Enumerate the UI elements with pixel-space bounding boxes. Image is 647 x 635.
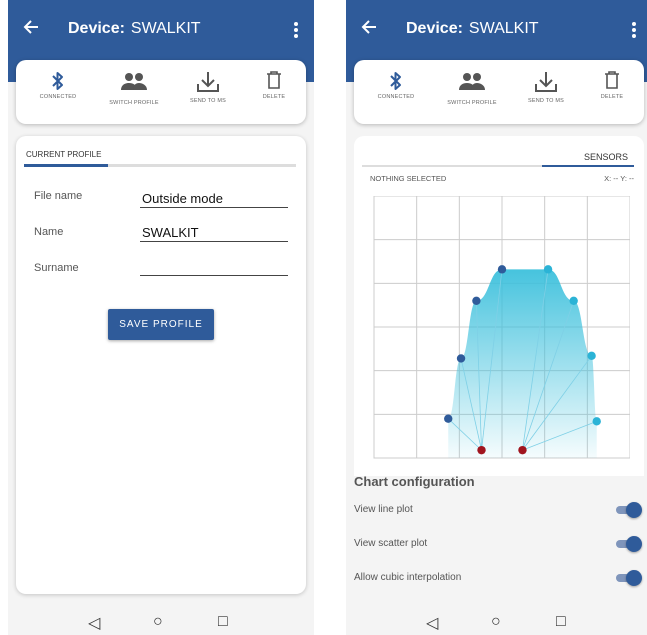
title-prefix: Device: [68,20,125,37]
delete-label: DELETE [262,94,286,100]
name-label: Name [34,226,64,238]
profile-card: CURRENT PROFILE File name Outside mode N… [16,136,306,594]
trash-icon [252,70,296,94]
coordinate-readout: X: -- Y: -- [604,174,634,183]
sensor-chart[interactable] [366,196,630,460]
switch-profile-label: SWITCH PROFILE [447,100,497,106]
send-to-ms-label: SEND TO MS [527,98,565,104]
bluetooth-icon [28,70,88,94]
name-field[interactable]: SWALKIT [140,224,288,242]
sensor-point [569,296,578,305]
sensor-point [518,445,527,455]
more-vert-icon[interactable] [626,20,642,40]
connected-button[interactable]: CONNECTED [366,60,426,124]
file-name-field[interactable]: Outside mode [140,190,288,208]
device-toolbar: CONNECTED SWITCH PROFILE SEND TO MS DELE… [16,60,306,124]
tab-current-profile[interactable]: CURRENT PROFILE [26,150,101,159]
arrow-back-icon[interactable] [22,18,42,38]
download-icon [518,70,574,94]
bluetooth-icon [366,70,426,94]
device-name: SWALKIT [130,20,201,37]
cubic-interpolation-toggle[interactable] [614,570,642,586]
switch-profile-button[interactable]: SWITCH PROFILE [442,60,502,124]
connected-label: CONNECTED [377,94,415,100]
connected-button[interactable]: CONNECTED [28,60,88,124]
chart-config-title: Chart configuration [354,474,475,489]
option-label: View line plot [354,504,413,515]
sensors-screen: Device: SWALKIT CONNECTED SWITCH PROFILE … [346,0,647,635]
selection-status: NOTHING SELECTED [370,174,447,183]
trash-icon [590,70,634,94]
nav-home-icon[interactable]: ○ [491,613,501,631]
sensor-point [592,417,601,426]
surname-label: Surname [34,262,79,274]
delete-button[interactable]: DELETE [252,60,296,124]
download-icon [180,70,236,94]
device-toolbar: CONNECTED SWITCH PROFILE SEND TO MS DELE… [354,60,644,124]
tab-sensors[interactable]: SENSORS [584,152,628,162]
system-nav-bar: ◁ ○ □ [346,609,647,635]
nav-back-icon[interactable]: ◁ [88,613,100,633]
sensor-point [497,265,507,274]
option-label: Allow cubic interpolation [354,572,462,583]
option-cubic-interpolation: Allow cubic interpolation [354,568,642,588]
sensor-point [456,354,466,363]
send-to-ms-button[interactable]: SEND TO MS [180,60,236,124]
page-title: Device: SWALKIT [68,20,201,38]
delete-label: DELETE [600,94,624,100]
send-to-ms-label: SEND TO MS [189,98,227,104]
nav-recents-icon[interactable]: □ [218,613,228,631]
sensor-point [543,265,553,274]
sensors-card: SENSORS NOTHING SELECTED X: -- Y: -- [354,136,644,476]
nav-back-icon[interactable]: ◁ [426,613,438,633]
connected-label: CONNECTED [39,94,77,100]
surname-field[interactable] [140,258,288,276]
sensor-point [477,445,486,455]
people-icon [442,70,502,94]
tab-indicator [362,165,634,167]
nav-recents-icon[interactable]: □ [556,613,566,631]
profile-screen: Device: SWALKIT CONNECTED SWITCH PROFILE … [8,0,314,635]
option-label: View scatter plot [354,538,428,549]
delete-button[interactable]: DELETE [590,60,634,124]
system-nav-bar: ◁ ○ □ [8,609,314,635]
sensor-point [472,296,481,305]
switch-profile-label: SWITCH PROFILE [109,100,159,106]
more-vert-icon[interactable] [288,20,304,40]
option-line-plot: View line plot [354,500,642,520]
page-title: Device: SWALKIT [406,20,539,38]
title-prefix: Device: [406,20,463,37]
sensor-point [587,351,596,361]
arrow-back-icon[interactable] [360,18,380,38]
nav-home-icon[interactable]: ○ [153,613,163,631]
save-profile-button[interactable]: SAVE PROFILE [108,309,214,340]
people-icon [104,70,164,94]
option-scatter-plot: View scatter plot [354,534,642,554]
tab-indicator [24,164,296,167]
switch-profile-button[interactable]: SWITCH PROFILE [104,60,164,124]
send-to-ms-button[interactable]: SEND TO MS [518,60,574,124]
device-name: SWALKIT [468,20,539,37]
sensor-point [444,414,453,423]
line-plot-toggle[interactable] [614,502,642,518]
file-name-label: File name [34,190,83,202]
scatter-plot-toggle[interactable] [614,536,642,552]
